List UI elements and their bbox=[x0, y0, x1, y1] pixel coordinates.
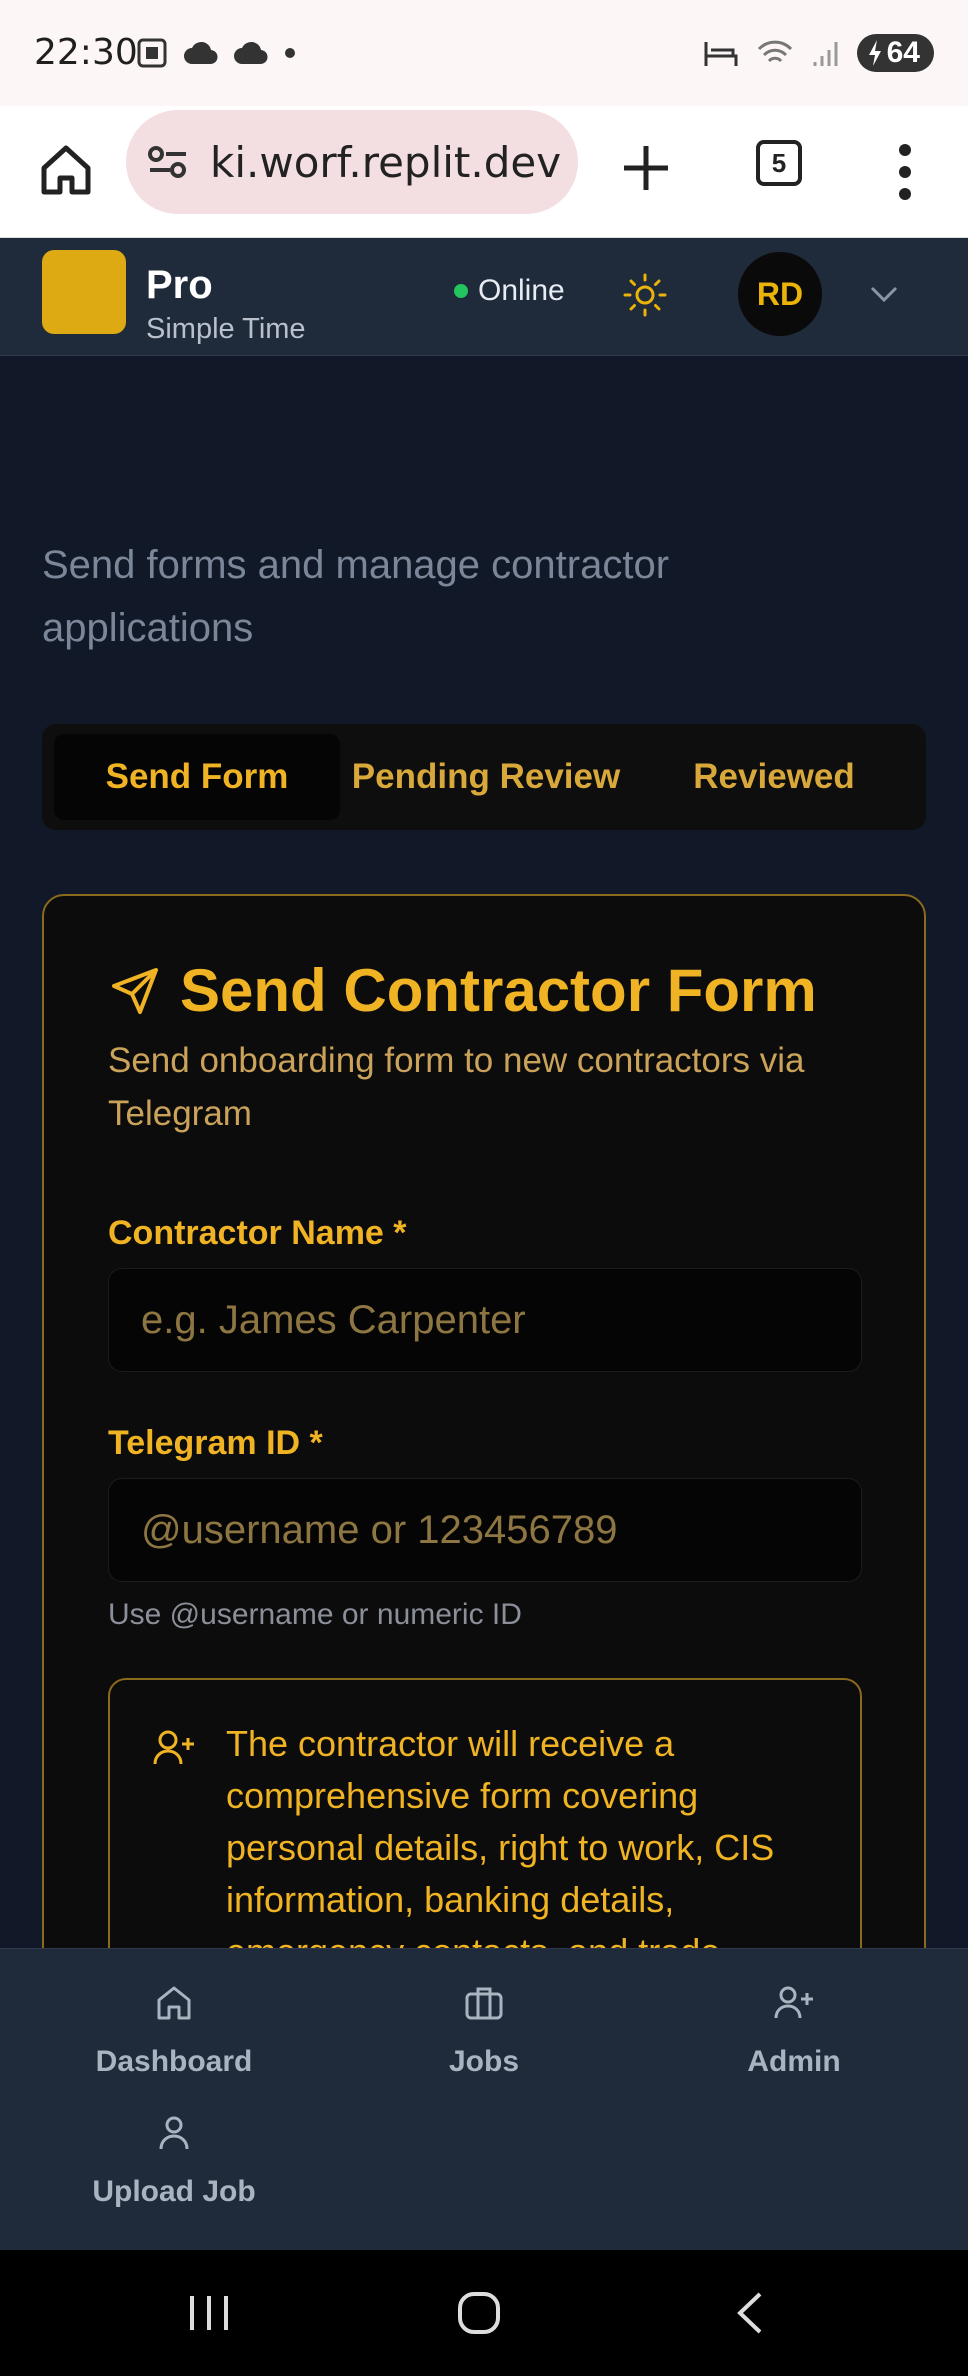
contractor-name-label: Contractor Name * bbox=[108, 1214, 407, 1252]
address-bar[interactable]: ki.worf.replit.dev bbox=[126, 110, 578, 214]
nav-label: Upload Job bbox=[92, 2175, 256, 2208]
new-tab-icon[interactable] bbox=[614, 136, 678, 200]
telegram-id-label: Telegram ID * bbox=[108, 1424, 323, 1462]
chevron-down-icon[interactable] bbox=[866, 276, 902, 312]
battery-level: 64 bbox=[886, 36, 920, 69]
charging-icon bbox=[868, 40, 881, 66]
tab-pending-review[interactable]: Pending Review bbox=[340, 734, 632, 820]
screenshot-icon bbox=[137, 38, 167, 68]
nav-item-admin[interactable]: Admin bbox=[730, 1983, 858, 2079]
app-header: Pro Simple Time Tracking Online RD bbox=[0, 238, 968, 356]
tab-send-form[interactable]: Send Form bbox=[54, 734, 340, 820]
cloud-icon bbox=[184, 41, 218, 65]
user-plus-icon bbox=[153, 1730, 194, 1765]
brand: Pro Simple Time Tracking bbox=[146, 238, 306, 355]
connection-status: Online bbox=[454, 274, 565, 308]
home-icon bbox=[157, 1986, 191, 2020]
app-tagline-2: Tracking bbox=[146, 348, 306, 355]
bed-icon bbox=[704, 42, 738, 66]
dot-icon bbox=[285, 48, 295, 58]
tab-bar: Send Form Pending Review Reviewed bbox=[42, 724, 926, 830]
user-plus-icon bbox=[774, 1986, 813, 2019]
back-icon[interactable] bbox=[732, 2290, 768, 2336]
page-subtitle: Send forms and manage contractor applica… bbox=[42, 543, 670, 650]
system-status-bar: 22:30 64 bbox=[0, 0, 968, 106]
tab-count: 5 bbox=[771, 147, 787, 178]
nav-item-jobs[interactable]: Jobs bbox=[420, 1983, 548, 2079]
telegram-id-hint: Use @username or numeric ID bbox=[108, 1598, 522, 1631]
system-nav-bar bbox=[0, 2250, 968, 2376]
tab-switcher-button[interactable]: 5 bbox=[756, 140, 802, 186]
app-name-clipped bbox=[146, 238, 306, 260]
url-text: ki.worf.replit.dev bbox=[210, 137, 562, 187]
nav-label: Dashboard bbox=[95, 2045, 253, 2078]
user-icon bbox=[159, 2116, 189, 2150]
nav-label: Admin bbox=[747, 2045, 841, 2078]
info-text: The contractor will receive a comprehens… bbox=[226, 1723, 775, 1972]
avatar-initials: RD bbox=[756, 275, 804, 312]
recent-apps-icon[interactable] bbox=[186, 2292, 232, 2334]
card-title: Send Contractor Form bbox=[108, 956, 817, 1025]
signal-icon bbox=[813, 42, 838, 66]
sun-icon[interactable] bbox=[620, 270, 670, 320]
battery-indicator: 64 bbox=[856, 34, 934, 72]
bottom-nav: Dashboard Jobs Admin Upload Job bbox=[0, 1948, 968, 2250]
status-label: Online bbox=[478, 274, 565, 307]
contractor-name-placeholder: e.g. James Carpenter bbox=[141, 1297, 526, 1342]
wifi-icon bbox=[757, 40, 792, 63]
briefcase-icon bbox=[465, 1987, 503, 2020]
send-icon bbox=[112, 967, 158, 1014]
cloud-icon bbox=[234, 41, 268, 65]
send-form-card: Send Contractor Form Send onboarding for… bbox=[42, 894, 926, 2098]
telegram-id-input[interactable]: @username or 123456789 bbox=[108, 1478, 862, 1582]
app-logo bbox=[42, 250, 126, 334]
app-tagline: Simple Time bbox=[146, 313, 306, 345]
contractor-name-input[interactable]: e.g. James Carpenter bbox=[108, 1268, 862, 1372]
nav-item-dashboard[interactable]: Dashboard bbox=[96, 1983, 252, 2079]
more-menu-icon[interactable] bbox=[880, 140, 930, 204]
home-icon[interactable] bbox=[34, 138, 98, 202]
status-time: 22:30 bbox=[34, 32, 138, 73]
site-settings-icon[interactable] bbox=[146, 142, 190, 182]
online-dot-icon bbox=[454, 284, 468, 298]
browser-toolbar: ki.worf.replit.dev 5 bbox=[0, 106, 968, 238]
home-button-icon[interactable] bbox=[456, 2290, 502, 2336]
nav-item-upload-job[interactable]: Upload Job bbox=[86, 2113, 262, 2209]
nav-label: Jobs bbox=[448, 2045, 520, 2078]
card-title-text: Send Contractor Form bbox=[180, 957, 817, 1024]
app-name: Pro bbox=[146, 263, 213, 307]
card-subtitle: Send onboarding form to new contractors … bbox=[108, 1041, 805, 1133]
avatar[interactable]: RD bbox=[738, 252, 822, 336]
tab-reviewed[interactable]: Reviewed bbox=[632, 734, 916, 820]
telegram-id-placeholder: @username or 123456789 bbox=[141, 1507, 618, 1552]
